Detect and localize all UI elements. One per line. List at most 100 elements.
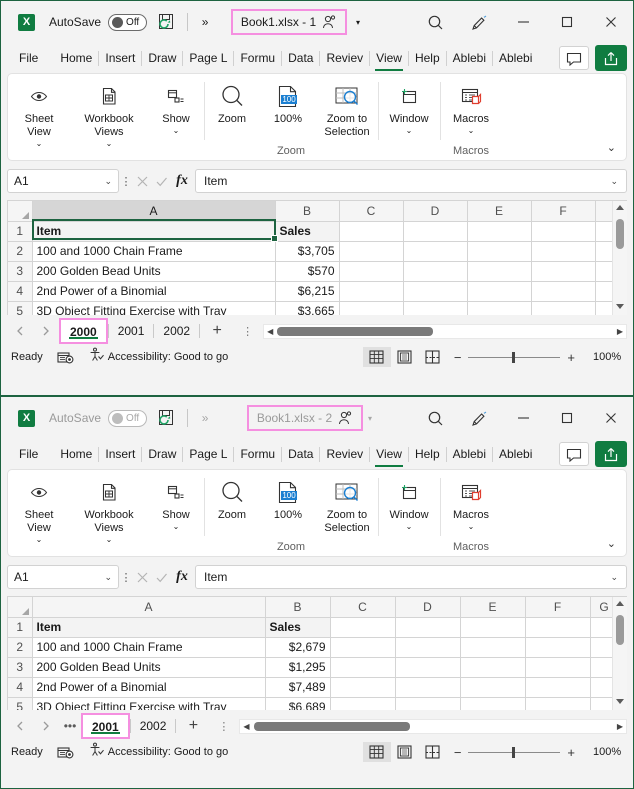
cell-D1[interactable] [403, 221, 468, 242]
cell-D2[interactable] [403, 241, 468, 262]
cell-C3[interactable] [330, 657, 396, 678]
chevron-down-icon[interactable]: ⌄ [106, 535, 113, 545]
ribbon-tab-draw-3[interactable]: Draw [142, 443, 182, 465]
chevron-down-icon[interactable]: ⌄ [468, 522, 475, 532]
save-icon[interactable] [157, 408, 177, 428]
cell-E2[interactable] [467, 241, 532, 262]
accessibility-status[interactable]: Accessibility: Good to go [88, 347, 228, 367]
formula-input[interactable]: Item ⌄ [195, 169, 627, 193]
cell-B2[interactable]: $3,705 [275, 241, 340, 262]
ribbon-tab-page-l-4[interactable]: Page L [183, 47, 233, 69]
cell-A3[interactable]: 200 Golden Bead Units [32, 261, 276, 282]
pen-ink-icon[interactable] [457, 7, 501, 37]
qat-more-button[interactable]: » [197, 411, 213, 425]
ribbon-tab-reviev-7[interactable]: Reviev [320, 47, 369, 69]
select-all-corner[interactable] [8, 597, 33, 618]
page-layout-icon[interactable] [391, 347, 419, 367]
chevron-down-icon[interactable]: ⌄ [173, 522, 180, 532]
cell-C5[interactable] [339, 301, 404, 315]
cell-B1[interactable]: Sales [265, 617, 331, 638]
title-dropdown-caret[interactable]: ▾ [356, 18, 360, 27]
formula-input[interactable]: Item ⌄ [195, 565, 627, 589]
cell-A5[interactable]: 3D Object Fitting Exercise with Tray [32, 697, 266, 710]
chevron-down-icon[interactable]: ⌄ [406, 522, 413, 532]
search-icon[interactable] [413, 403, 457, 433]
cell-A4[interactable]: 2nd Power of a Binomial [32, 677, 266, 698]
record-macro-icon[interactable] [57, 350, 74, 365]
check-icon[interactable] [152, 170, 171, 192]
minimize-icon[interactable] [501, 403, 545, 433]
row-header-5[interactable]: 5 [8, 301, 33, 315]
chevron-down-icon[interactable]: ⌄ [607, 537, 616, 550]
person-share-icon[interactable] [337, 410, 353, 426]
cell-E1[interactable] [460, 617, 526, 638]
chevron-down-icon[interactable]: ⌄ [406, 126, 413, 136]
zoom-slider[interactable] [468, 746, 561, 758]
chevron-down-icon[interactable]: ⌄ [610, 572, 618, 583]
zoom-level[interactable]: 100% [593, 746, 623, 758]
sheet-overflow-dots[interactable]: ••• [59, 719, 81, 733]
cell-E3[interactable] [467, 261, 532, 282]
cell-E5[interactable] [467, 301, 532, 315]
cell-A1[interactable]: Item [32, 221, 276, 242]
horizontal-scrollbar-thumb[interactable] [253, 721, 410, 731]
cell-B4[interactable]: $6,215 [275, 281, 340, 302]
grid-table[interactable]: A B C D E F 1 Item Sales 2 100 and 1000 Chain Fram… [8, 201, 626, 315]
column-header-F[interactable]: F [531, 201, 596, 222]
column-header-F[interactable]: F [525, 597, 591, 618]
column-header-E[interactable]: E [460, 597, 526, 618]
chevron-down-icon[interactable]: ⌄ [607, 141, 616, 154]
cell-A2[interactable]: 100 and 1000 Chain Frame [32, 241, 276, 262]
normal-view-icon[interactable] [362, 347, 391, 367]
ribbon-tab-help-9[interactable]: Help [409, 443, 446, 465]
column-header-B[interactable]: B [265, 597, 331, 618]
autosave-toggle[interactable]: Off [108, 13, 148, 31]
share-icon[interactable] [595, 45, 627, 71]
cell-C2[interactable] [339, 241, 404, 262]
horizontal-scrollbar[interactable]: ◀ ▶ [263, 323, 627, 339]
cell-E4[interactable] [460, 677, 526, 698]
insert-function-icon[interactable]: fx [171, 173, 193, 189]
ribbon-tab-view-8[interactable]: View [370, 443, 408, 467]
chevron-down-icon[interactable]: ⌄ [36, 535, 43, 545]
sheet-options-button[interactable]: ⋮ [242, 325, 253, 338]
chevron-down-icon[interactable]: ⌄ [610, 176, 618, 187]
cell-F5[interactable] [525, 697, 591, 710]
cell-F4[interactable] [525, 677, 591, 698]
zoom-out-button[interactable]: − [447, 745, 469, 760]
chevron-right-icon[interactable] [33, 324, 59, 339]
cell-F3[interactable] [531, 261, 596, 282]
ribbon-tab-data-6[interactable]: Data [282, 47, 319, 69]
person-share-icon[interactable] [321, 14, 337, 30]
ribbon-tab-file-0[interactable]: File [13, 47, 44, 69]
ribbon-button-sheet-view[interactable]: Sheet View ⌄ [8, 470, 70, 556]
triangle-up-icon[interactable] [615, 201, 625, 216]
vertical-scrollbar[interactable] [612, 201, 627, 315]
cell-B3[interactable]: $1,295 [265, 657, 331, 678]
insert-function-icon[interactable]: fx [171, 569, 193, 585]
ribbon-tab-ablebi-11[interactable]: Ablebi [493, 47, 538, 69]
cell-A5[interactable]: 3D Object Fitting Exercise with Tray [32, 301, 276, 315]
column-header-A[interactable]: A [32, 597, 266, 618]
cell-C2[interactable] [330, 637, 396, 658]
close-icon[interactable] [589, 403, 633, 433]
cell-D5[interactable] [403, 301, 468, 315]
row-header-4[interactable]: 4 [8, 677, 33, 698]
zoom-slider[interactable] [468, 351, 561, 363]
column-header-D[interactable]: D [403, 201, 468, 222]
cell-F3[interactable] [525, 657, 591, 678]
cell-F5[interactable] [531, 301, 596, 315]
ribbon-tab-insert-2[interactable]: Insert [99, 443, 141, 465]
excel-window-1[interactable]: X AutoSave Off » Book1.xlsx - 1 ▾ File Home Inse… [0, 0, 634, 396]
row-header-3[interactable]: 3 [8, 657, 33, 678]
hscroll-right-arrow[interactable]: ▶ [614, 722, 626, 731]
cell-E2[interactable] [460, 637, 526, 658]
row-header-1[interactable]: 1 [8, 617, 33, 638]
column-header-B[interactable]: B [275, 201, 340, 222]
hscroll-left-arrow[interactable]: ◀ [240, 722, 252, 731]
pen-ink-icon[interactable] [457, 403, 501, 433]
grid-table[interactable]: A B C D E F G 1 Item Sales 2 100 and 1000 Chain Fra… [8, 597, 619, 710]
excel-window-2[interactable]: X AutoSave Off » Book1.xlsx - 2 ▾ File Home Inse… [0, 396, 634, 789]
ribbon-tab-home-1[interactable]: Home [54, 47, 98, 69]
cell-B5[interactable]: $6,689 [265, 697, 331, 710]
